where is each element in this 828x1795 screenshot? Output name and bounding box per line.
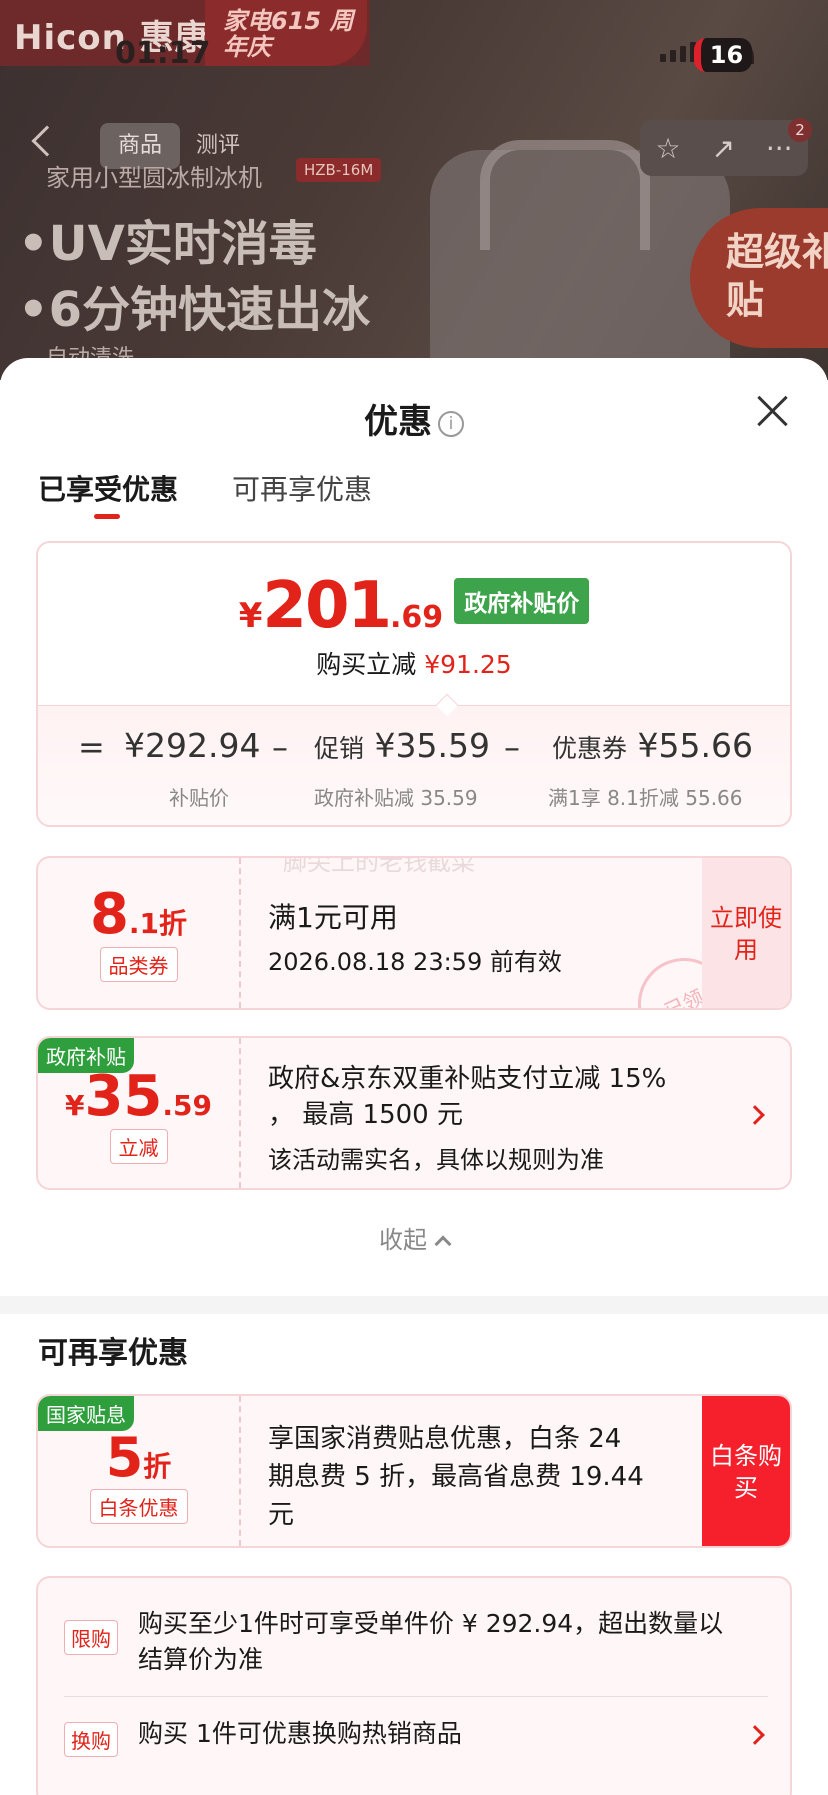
coupon-amount-int: 35 [84,1064,163,1129]
coupon-note: 满1享 8.1折减 55.66 [548,786,743,810]
price-integer: 201 [262,569,392,643]
reduction-value: ¥91.25 [424,650,512,679]
share-icon[interactable]: ↗ [711,132,734,165]
battery-indicator: 16 [694,38,752,72]
price-reduction: 购买立减 ¥91.25 [38,645,790,681]
coupon-amount-dec: .59 [162,1089,213,1122]
close-icon[interactable] [756,394,790,428]
coupon-type-tag: 品类券 [99,947,178,982]
subsidy-desc-line1: 政府&京东双重补贴支付立减 15% [268,1064,667,1094]
signal-icon [660,42,696,62]
sheet-title-text: 优惠 [364,402,432,442]
coupon-discount-dec: 折 [143,1450,172,1483]
coupon-label: 优惠券 [552,734,628,763]
baitiao-coupon: 5折 白条优惠 国家贴息 享国家消费贴息优惠，白条 24 期息费 5 折，最高省… [36,1394,792,1548]
interest-desc-line1: 享国家消费贴息优惠，白条 24 [268,1424,622,1454]
brand-promo: 家电615 周年庆 [205,0,367,66]
more-discounts-title: 可再享优惠 [38,1336,188,1371]
limit-rule-line1: 购买至少1件时可享受单件价 ¥ 292.94，超出数量以 [138,1609,724,1638]
use-now-button[interactable]: 立即使用 [702,858,790,1008]
coupon-type-tag: 白条优惠 [89,1489,188,1524]
price-formula: = ¥292.94 补贴价 – 促销 ¥35.59 政府补贴减 35.59 – … [38,705,790,825]
minus-sign: – [504,728,520,766]
national-interest-corner: 国家贴息 [38,1396,134,1431]
reduction-label: 购买立减 [316,650,417,679]
coupon-condition: 满1元可用 [268,901,398,934]
interest-desc-line2: 期息费 5 折，最高省息费 19.44 [268,1462,644,1492]
purchase-rules: 限购 购买至少1件时可享受单件价 ¥ 292.94，超出数量以 结算价为准 换购… [36,1576,792,1795]
coupon-validity: 2026.08.18 23:59 前有效 [268,948,562,976]
swap-rule[interactable]: 购买 1件可优惠换购热销商品 [138,1716,462,1752]
star-icon[interactable]: ☆ [655,132,680,165]
gov-subsidy-coupon[interactable]: ¥35.59 立减 政府补贴 政府&京东双重补贴支付立减 15% ， 最高 15… [36,1036,792,1190]
promo-value: ¥35.59 [374,726,490,765]
collapse-label: 收起 [379,1226,427,1254]
coupon-discount-dec: .1折 [128,907,188,940]
collapse-button[interactable]: 收起 [0,1220,828,1255]
chevron-up-icon [434,1235,452,1253]
coupon-value: ¥55.66 [637,726,753,765]
tab-enjoyed-discounts[interactable]: 已享受优惠 [38,468,178,508]
price-currency: ¥ [238,596,263,636]
coupon-discount-int: 5 [105,1426,144,1489]
info-icon[interactable]: i [438,411,464,437]
price-decimal: .69 [390,600,444,635]
category-coupon: 脚尖上的老钱截菜 8.1折 品类券 满1元可用 2026.08.18 23:59… [36,856,792,1010]
coupon-discount-int: 8 [89,882,129,947]
promo-note: 政府补贴减 35.59 [314,786,478,810]
interest-desc-line3: 元 [268,1500,295,1530]
subsidy-badge: 超级补贴 [690,208,828,348]
promo-label: 促销 [314,734,365,763]
message-badge: 2 [788,118,812,142]
section-divider [0,1296,828,1314]
sheet-title: 优惠 i [0,394,828,443]
feature-bullet: •UV实时消毒 [18,216,317,272]
coupon-type-tag: 立减 [109,1129,168,1164]
tab-underline [94,514,120,519]
gov-subsidy-tag: 政府补贴价 [454,578,590,624]
feature-bullet: •6分钟快速出冰 [18,282,371,338]
baitiao-buy-button[interactable]: 白条购买 [702,1396,790,1546]
product-image-handle [480,140,650,250]
chevron-right-icon[interactable] [745,1105,765,1125]
final-price: ¥201.69 政府补贴价 [38,569,790,643]
gov-subsidy-corner: 政府补贴 [38,1038,134,1073]
coupon-currency: ¥ [64,1089,85,1122]
discount-sheet: 优惠 i 已享受优惠 可再享优惠 ¥201.69 政府补贴价 购买立减 ¥91.2… [0,358,828,1795]
limit-rule-line2: 结算价为准 [138,1645,264,1674]
subsidy-rule: 该活动需实名，具体以规则为准 [268,1146,604,1174]
base-price-label: 补贴价 [169,786,229,810]
price-breakdown-card: ¥201.69 政府补贴价 购买立减 ¥91.25 = ¥292.94 补贴价 … [36,541,792,827]
tab-more-discounts[interactable]: 可再享优惠 [232,468,372,508]
back-icon[interactable] [31,125,63,157]
limit-tag: 限购 [64,1620,118,1655]
swap-tag[interactable]: 换购 [64,1722,118,1757]
base-price: ¥292.94 [124,726,261,765]
subsidy-desc-line2: ， 最高 1500 元 [268,1100,463,1130]
product-page-background: Hicon 惠康 家电615 周年庆 01:17 16 商品 测评 家用小型圆冰… [0,0,828,380]
watermark: 脚尖上的老钱截菜 [283,856,475,876]
equals-sign: = [78,728,105,766]
coupon-left: 8.1折 品类券 [38,858,241,1008]
product-subtitle: 家用小型圆冰制冰机 [46,164,262,192]
product-model: HZB-16M [296,158,382,182]
top-action-icons: ☆ ↗ ··· [640,120,808,176]
minus-sign: – [272,728,288,766]
chevron-right-icon[interactable] [745,1725,765,1745]
more-icon[interactable]: ··· [766,132,793,165]
final-price-area: ¥201.69 政府补贴价 购买立减 ¥91.25 [38,543,790,705]
status-time: 01:17 [115,36,211,71]
rule-separator [64,1696,768,1697]
